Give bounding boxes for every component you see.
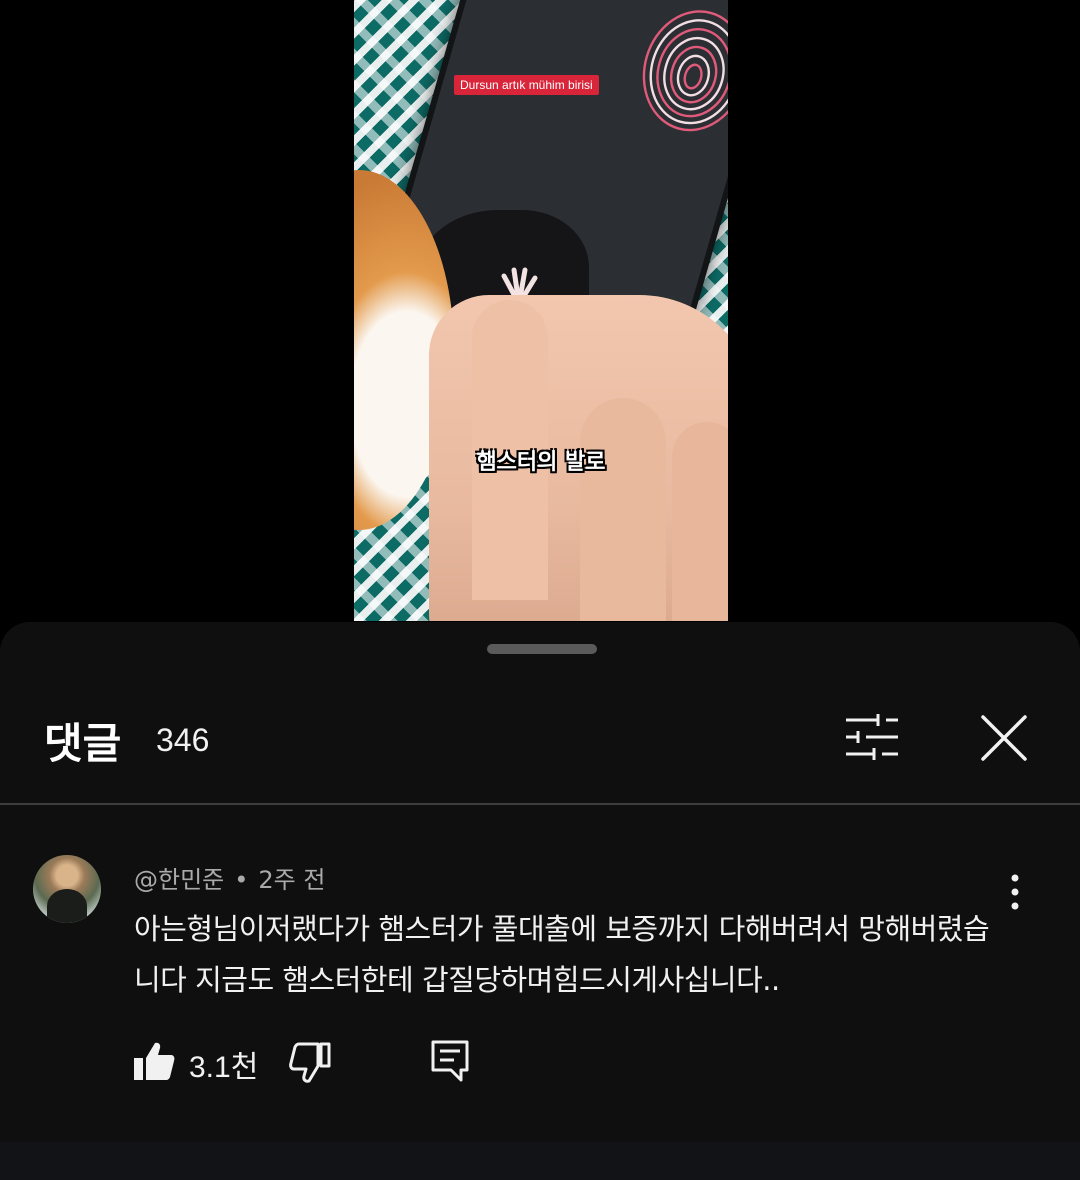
- meta-separator: •: [234, 866, 249, 894]
- header-divider: [0, 803, 1080, 805]
- comment-time: 2주 전: [258, 866, 326, 894]
- video-caption: 햄스터의 발로: [476, 450, 606, 475]
- filter-sliders-icon[interactable]: [844, 714, 900, 760]
- reply-comment-icon[interactable]: [431, 1040, 469, 1082]
- sheet-bottom-band: [0, 1142, 1080, 1180]
- comments-title: 댓글: [44, 719, 122, 768]
- like-count: 3.1천: [189, 1051, 259, 1084]
- video-overlay-tag: Dursun artık mühim birisi: [454, 75, 599, 95]
- comments-sheet: 댓글 346 @한민준 • 2주 전 아는형님이저랬다가 햄스터가 풀대출에 보증까…: [0, 622, 1080, 1180]
- finger-middle: [580, 398, 666, 621]
- comment-item: @한민준 • 2주 전 아는형님이저랬다가 햄스터가 풀대출에 보증까지 다해버려서…: [0, 852, 1080, 1112]
- thumbs-up-icon[interactable]: [133, 1040, 175, 1082]
- comments-count: 346: [156, 722, 210, 758]
- comment-author[interactable]: @한민준: [134, 866, 224, 894]
- comment-meta: @한민준 • 2주 전: [134, 860, 325, 895]
- close-icon[interactable]: [979, 713, 1029, 763]
- avatar[interactable]: [33, 855, 101, 923]
- thumbs-down-icon[interactable]: [289, 1042, 331, 1084]
- drag-handle[interactable]: [487, 644, 597, 654]
- comment-text: 아는형님이저랬다가 햄스터가 풀대출에 보증까지 다해버려서 망해버렸습니다 지…: [134, 912, 990, 997]
- fingerprint-icon: [642, 10, 728, 132]
- video-player[interactable]: Dursun artık mühim birisi 햄스터의 발로: [0, 0, 1080, 622]
- video-frame[interactable]: Dursun artık mühim birisi 햄스터의 발로: [354, 0, 728, 621]
